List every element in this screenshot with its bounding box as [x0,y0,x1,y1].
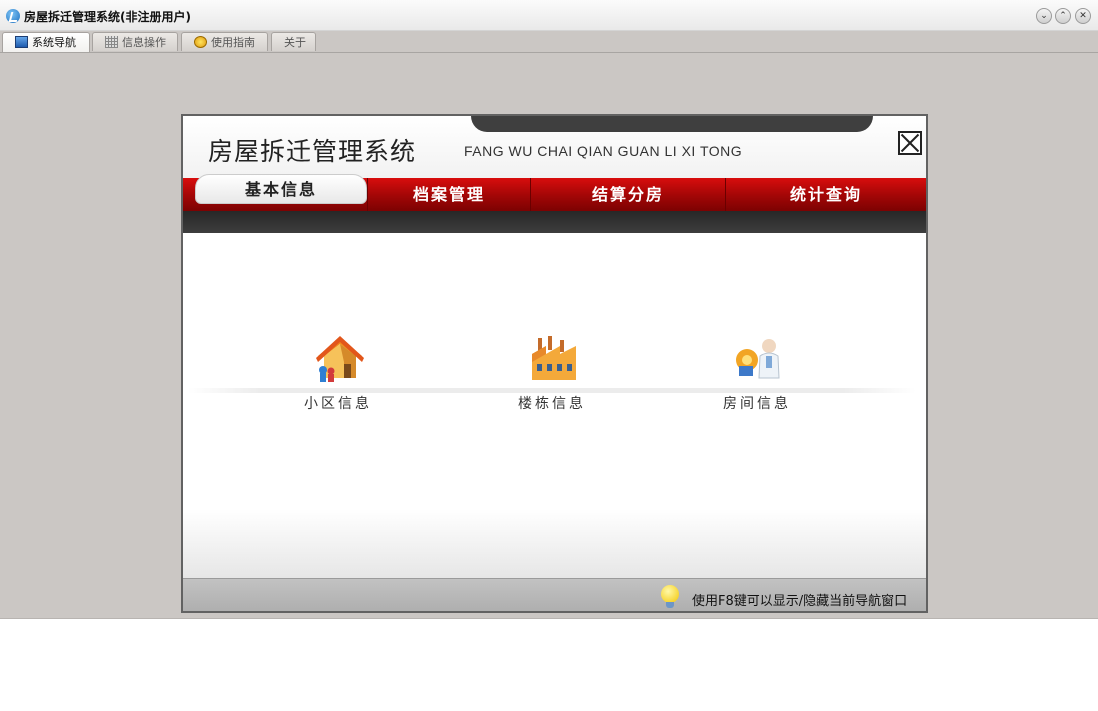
system-title: 房屋拆迁管理系统 [208,137,417,166]
panel-footer: 使用F8键可以显示/隐藏当前导航窗口 [183,578,926,611]
lightbulb-icon [661,585,679,608]
nav-settlement[interactable]: 结算分房 [530,178,725,211]
tab-info-ops[interactable]: 信息操作 [92,32,178,51]
tab-about[interactable]: 关于 [271,32,316,51]
tab-bar: 系统导航 信息操作 使用指南 关于 [0,31,1098,53]
minimize-button[interactable]: ⌄ [1036,8,1052,24]
monitor-icon [15,36,28,48]
nav-statistics-query[interactable]: 统计查询 [725,178,926,211]
close-button[interactable]: ✕ [1075,8,1091,24]
worker-icon [736,339,780,379]
navigation-panel: 房屋拆迁管理系统 FANG WU CHAI QIAN GUAN LI XI TO… [181,114,928,613]
content-area: 小区信息 楼栋信息 房间信息 [183,233,926,578]
title-bar[interactable]: 房屋拆迁管理系统(非注册用户) ⌄ ⌃ ✕ [0,0,1098,31]
panel-header: 房屋拆迁管理系统 FANG WU CHAI QIAN GUAN LI XI TO… [183,116,926,178]
tab-label: 使用指南 [211,36,255,49]
system-subtitle: FANG WU CHAI QIAN GUAN LI XI TONG [464,143,743,159]
app-logo-icon [6,9,20,23]
tab-user-guide[interactable]: 使用指南 [181,32,268,51]
house-icon [316,336,364,382]
header-decoration [471,116,873,132]
maximize-button[interactable]: ⌃ [1055,8,1071,24]
guide-icon [194,36,207,48]
panel-close-icon[interactable] [898,131,922,155]
nav-archive-management[interactable]: 档案管理 [367,178,530,211]
tab-system-nav[interactable]: 系统导航 [2,32,90,52]
tab-label: 关于 [284,36,306,49]
app-window: 房屋拆迁管理系统(非注册用户) ⌄ ⌃ ✕ 系统导航 信息操作 使用指南 关于 … [0,0,1098,619]
shortcut-hint: 使用F8键可以显示/隐藏当前导航窗口 [692,594,908,609]
nav-basic-info[interactable]: 基本信息 [195,174,367,204]
factory-icon [532,336,576,380]
grid-icon [105,36,118,48]
main-nav: 基本信息 档案管理 结算分房 统计查询 [183,174,926,211]
item-label: 小区信息 [304,396,372,412]
window-title: 房屋拆迁管理系统(非注册用户) [24,10,191,24]
tab-label: 系统导航 [32,36,76,49]
item-label: 楼栋信息 [518,396,586,412]
item-label: 房间信息 [723,396,791,412]
tab-label: 信息操作 [122,36,166,49]
nav-shadow-strip [183,211,926,233]
